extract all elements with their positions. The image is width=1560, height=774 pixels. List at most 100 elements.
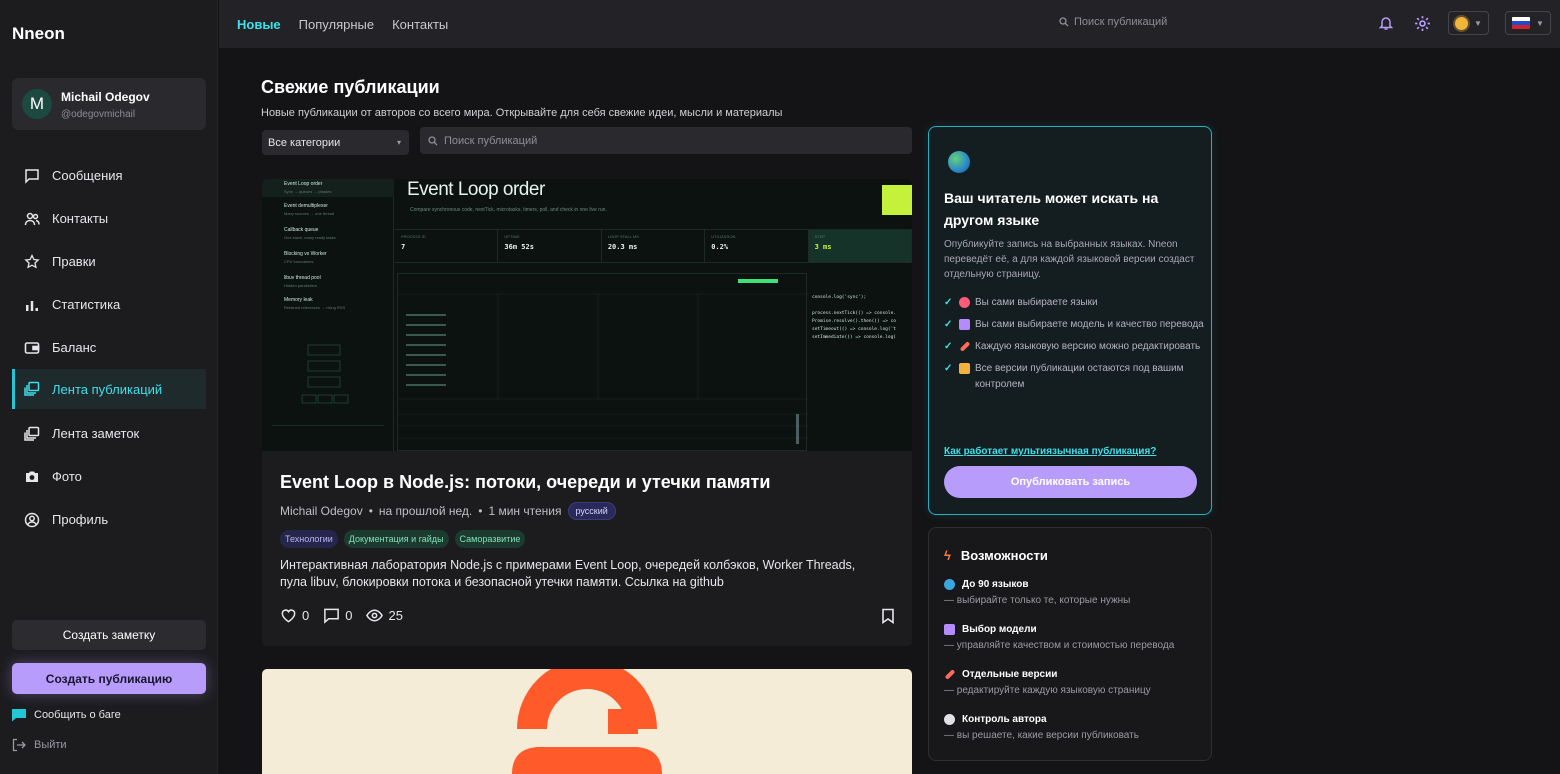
sidebar-item-posts-feed[interactable]: Лента публикаций bbox=[12, 369, 206, 409]
category-select-value: Все категории bbox=[268, 136, 341, 149]
tab-popular[interactable]: Популярные bbox=[299, 17, 374, 32]
logout-link[interactable]: Выйти bbox=[12, 738, 67, 752]
tag[interactable]: Саморазвитие bbox=[454, 530, 526, 548]
check-icon: ✓ bbox=[944, 319, 953, 330]
sun-icon bbox=[1455, 16, 1468, 30]
cover-title: Event Loop order bbox=[407, 179, 545, 200]
chevron-down-icon: ▾ bbox=[396, 138, 401, 147]
publish-post-button[interactable]: Опубликовать запись bbox=[944, 466, 1197, 498]
cover-item: Callback queue One stack, many ready task… bbox=[284, 227, 336, 240]
cover-stat: PROCESS ID 7 bbox=[395, 230, 499, 262]
tab-new[interactable]: Новые bbox=[237, 17, 281, 32]
sidebar-item-balance[interactable]: Баланс bbox=[12, 326, 206, 369]
sidebar-item-messages[interactable]: Сообщения bbox=[12, 154, 206, 197]
sidebar-item-edits[interactable]: Правки bbox=[12, 240, 206, 283]
language-badge: русский bbox=[567, 502, 616, 520]
comment-button[interactable]: 0 bbox=[323, 607, 352, 624]
check-item: ✓ Вы сами выбираете языки bbox=[944, 295, 1204, 311]
bell-icon[interactable] bbox=[1377, 14, 1395, 32]
feature-item: Контроль автора — вы решаете, какие верс… bbox=[944, 714, 1139, 741]
tag[interactable]: Технологии bbox=[280, 530, 338, 548]
sidebar-item-label: Лента заметок bbox=[52, 426, 140, 441]
page-subtitle: Новые публикации от авторов со всего мир… bbox=[261, 107, 783, 119]
multilingual-promo: Ваш читатель может искать на другом язык… bbox=[928, 126, 1212, 515]
cover-item: Memory leak Retained references → rising … bbox=[284, 297, 346, 310]
gear-icon[interactable] bbox=[1413, 14, 1431, 32]
pencil-icon bbox=[959, 341, 971, 352]
cover-run-button bbox=[882, 185, 912, 215]
check-item: ✓ Все версии публикации остаются под ваш… bbox=[944, 361, 1204, 393]
globe-icon bbox=[948, 151, 970, 173]
multilingual-help-link[interactable]: Как работает мультиязычная публикация? bbox=[944, 446, 1156, 457]
sidebar-item-photo[interactable]: Фото bbox=[12, 455, 206, 498]
feature-item: Выбор модели — управляйте качеством и ст… bbox=[944, 624, 1175, 651]
post-card[interactable] bbox=[262, 669, 912, 774]
language-dropdown[interactable]: ▼ bbox=[1505, 11, 1551, 35]
post-meta: Michail Odegov • на прошлой нед. • 1 мин… bbox=[280, 502, 616, 520]
sidebar-item-contacts[interactable]: Контакты bbox=[12, 197, 206, 240]
like-button[interactable]: 0 bbox=[280, 607, 309, 624]
comment-icon bbox=[324, 608, 340, 624]
sidebar-item-notes-feed[interactable]: Лента заметок bbox=[12, 412, 206, 455]
create-note-button[interactable]: Создать заметку bbox=[12, 620, 206, 650]
post-title[interactable]: Event Loop в Node.js: потоки, очереди и … bbox=[280, 472, 770, 493]
category-select[interactable]: Все категории ▾ bbox=[262, 130, 409, 155]
sidebar-item-statistics[interactable]: Статистика bbox=[12, 283, 206, 326]
sidebar-item-profile[interactable]: Профиль bbox=[12, 498, 206, 541]
check-icon: ✓ bbox=[944, 297, 953, 308]
eye-icon bbox=[366, 609, 384, 622]
speech-bubble-icon bbox=[944, 714, 955, 725]
post-stats: 0 0 25 bbox=[280, 607, 417, 624]
logo[interactable]: Nneon bbox=[12, 24, 65, 44]
lock-icon bbox=[959, 363, 970, 374]
search-icon bbox=[1059, 17, 1069, 27]
sidebar-item-label: Контакты bbox=[52, 211, 109, 226]
tag[interactable]: Документация и гайды bbox=[343, 530, 449, 548]
robot-icon bbox=[959, 319, 970, 330]
russia-flag-icon bbox=[1512, 17, 1530, 29]
cover-item: Event Loop order Sync → queues → phases bbox=[284, 181, 332, 194]
user-card[interactable]: M Michail Odegov @odegovmichail bbox=[12, 78, 206, 130]
cover-timeline-grid bbox=[398, 279, 808, 444]
cover-sidebar: Event Loop order Sync → queues → phases E… bbox=[262, 179, 394, 451]
post-read-time: 1 мин чтения bbox=[488, 504, 562, 518]
profile-icon bbox=[23, 511, 41, 529]
bookmark-icon[interactable] bbox=[881, 608, 895, 624]
feature-item: Отдельные версии — редактируйте каждую я… bbox=[944, 669, 1151, 696]
cover-stat: STEP 3 ms bbox=[808, 230, 912, 262]
meta-separator: • bbox=[478, 504, 483, 518]
heart-icon bbox=[281, 609, 296, 623]
theme-dropdown[interactable]: ▼ bbox=[1448, 11, 1489, 35]
sidebar-item-label: Фото bbox=[52, 469, 82, 484]
sidebar-item-label: Лента публикаций bbox=[52, 381, 163, 397]
cover-subtitle: Compare synchronous code, nextTick, micr… bbox=[410, 207, 607, 213]
unlock-illustration bbox=[512, 669, 662, 774]
create-post-button[interactable]: Создать публикацию bbox=[12, 663, 206, 694]
report-bug-link[interactable]: Сообщить о баге bbox=[12, 708, 121, 722]
cover-item: libuv thread pool Hidden parallelism bbox=[284, 275, 321, 288]
tab-contacts[interactable]: Контакты bbox=[392, 17, 448, 32]
chevron-down-icon: ▼ bbox=[1536, 18, 1544, 28]
posts-search-input[interactable]: Поиск публикаций bbox=[420, 127, 912, 154]
globe-icon bbox=[944, 579, 955, 590]
views-stat: 25 bbox=[366, 607, 403, 624]
avatar: M bbox=[22, 89, 52, 119]
sidebar-item-label: Баланс bbox=[52, 340, 97, 355]
promo-title: Ваш читатель может искать на другом язык… bbox=[944, 190, 1159, 228]
robot-icon bbox=[944, 624, 955, 635]
post-excerpt: Интерактивная лаборатория Node.js с прим… bbox=[280, 558, 856, 589]
cover-stats: PROCESS ID 7 UPTIME 36m 52s LOOP STALL MS 2… bbox=[395, 229, 912, 263]
post-cover-image[interactable]: Event Loop order Sync → queues → phases E… bbox=[262, 179, 912, 451]
post-author[interactable]: Michail Odegov bbox=[280, 504, 363, 518]
post-card[interactable]: Event Loop order Sync → queues → phases E… bbox=[262, 179, 912, 646]
sidebar-item-label: Правки bbox=[52, 254, 96, 269]
contacts-icon bbox=[23, 210, 41, 228]
notes-feed-icon bbox=[23, 425, 41, 443]
top-search-input[interactable]: Поиск публикаций bbox=[1059, 16, 1167, 28]
check-icon: ✓ bbox=[944, 363, 953, 374]
sidebar-item-label: Сообщения bbox=[52, 168, 123, 183]
check-item: ✓ Каждую языковую версию можно редактиро… bbox=[944, 339, 1204, 355]
camera-icon bbox=[23, 468, 41, 486]
likes-count: 0 bbox=[302, 608, 310, 623]
target-icon bbox=[959, 297, 970, 308]
